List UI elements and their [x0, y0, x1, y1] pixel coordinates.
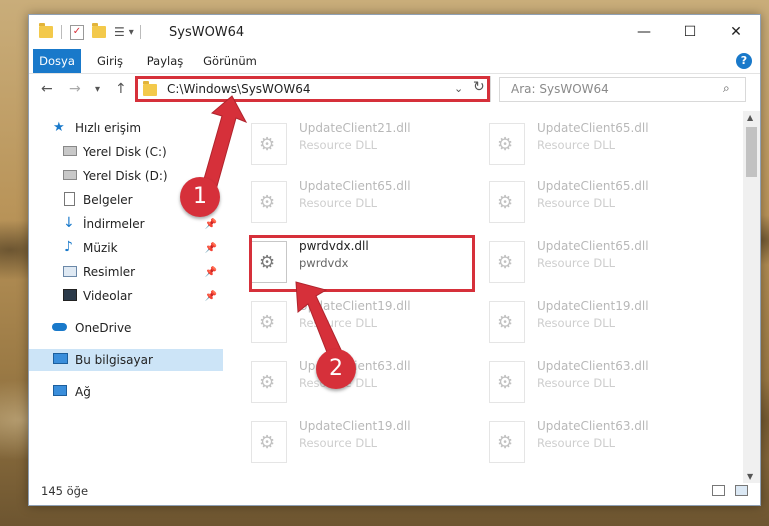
- tab-dosya[interactable]: Dosya: [33, 49, 81, 73]
- file-item[interactable]: UpdateClient19.dll Resource DLL: [251, 417, 471, 463]
- dll-file-icon: [251, 301, 287, 343]
- sidebar-item-this-pc[interactable]: Bu bilgisayar: [29, 349, 223, 371]
- file-highlight-box: [249, 235, 475, 292]
- tab-giris[interactable]: Giriş: [91, 49, 129, 73]
- cloud-icon: [52, 323, 67, 331]
- sidebar-item-videos[interactable]: Videolar 📌: [29, 285, 223, 307]
- separator: [139, 25, 141, 39]
- file-item[interactable]: UpdateClient19.dll Resource DLL: [489, 297, 709, 343]
- step-2-badge: 2: [316, 349, 356, 389]
- file-item[interactable]: UpdateClient65.dll Resource DLL: [489, 119, 709, 165]
- up-button[interactable]: ↑: [115, 81, 127, 97]
- details-view-icon[interactable]: [712, 485, 725, 496]
- explorer-window: ✓ ☰ ▾ SysWOW64 — ☐ ✕ Dosya Giriş Paylaş …: [28, 14, 761, 506]
- drive-icon: [63, 146, 77, 156]
- pictures-icon: [63, 266, 77, 277]
- quick-access-toolbar: ✓ ☰ ▾: [39, 23, 141, 41]
- maximize-button[interactable]: ☐: [667, 15, 713, 49]
- document-icon: [64, 192, 75, 206]
- folder-icon: [39, 23, 53, 38]
- sidebar-item-disk-c[interactable]: Yerel Disk (C:): [29, 141, 223, 163]
- recent-locations-icon[interactable]: ▾: [95, 84, 100, 95]
- file-item[interactable]: UpdateClient19.dll Resource DLL: [251, 297, 471, 343]
- dll-file-icon: [489, 241, 525, 283]
- pin-icon[interactable]: 📌: [205, 267, 217, 278]
- ribbon-tabs: Dosya Giriş Paylaş Görünüm ?: [29, 49, 760, 74]
- search-input[interactable]: Ara: SysWOW64: [511, 82, 609, 96]
- file-item[interactable]: UpdateClient63.dll Resource DLL: [251, 357, 471, 403]
- scroll-thumb[interactable]: [746, 127, 757, 177]
- item-count: 145 öğe: [41, 484, 89, 498]
- sidebar-item-quick-access[interactable]: ★ Hızlı erişim: [29, 117, 223, 139]
- window-title: SysWOW64: [169, 25, 245, 40]
- pin-icon[interactable]: 📌: [205, 219, 217, 230]
- star-icon: ★: [53, 120, 65, 135]
- dll-file-icon: [251, 361, 287, 403]
- help-icon[interactable]: ?: [736, 53, 752, 69]
- sidebar-item-pictures[interactable]: Resimler 📌: [29, 261, 223, 283]
- network-icon: [53, 385, 67, 396]
- dll-file-icon: [489, 181, 525, 223]
- dll-file-icon: [489, 421, 525, 463]
- scroll-up-icon[interactable]: ▲: [747, 113, 753, 122]
- chevron-down-icon[interactable]: ▾: [129, 27, 134, 38]
- dll-file-icon: [489, 301, 525, 343]
- dll-file-icon: [251, 181, 287, 223]
- tab-paylas[interactable]: Paylaş: [141, 49, 189, 73]
- properties-icon[interactable]: ✓: [70, 24, 84, 40]
- file-item[interactable]: UpdateClient63.dll Resource DLL: [489, 357, 709, 403]
- download-icon: ↓: [63, 215, 75, 231]
- dll-file-icon: [251, 123, 287, 165]
- search-icon[interactable]: ⌕: [723, 81, 730, 96]
- dll-file-icon: [489, 361, 525, 403]
- separator: [61, 25, 62, 39]
- sidebar-item-onedrive[interactable]: OneDrive: [29, 317, 223, 339]
- file-item[interactable]: UpdateClient65.dll Resource DLL: [251, 177, 471, 223]
- back-button[interactable]: ←: [41, 81, 53, 97]
- step-1-badge: 1: [180, 177, 220, 217]
- pin-icon[interactable]: 📌: [205, 291, 217, 302]
- dll-file-icon: [489, 123, 525, 165]
- close-button[interactable]: ✕: [713, 15, 759, 49]
- sidebar-item-music[interactable]: ♪ Müzik 📌: [29, 237, 223, 259]
- minimize-button[interactable]: —: [621, 15, 667, 49]
- vertical-scrollbar[interactable]: ▲ ▼: [743, 111, 760, 483]
- file-item[interactable]: UpdateClient65.dll Resource DLL: [489, 177, 709, 223]
- customize-icon[interactable]: ☰: [114, 25, 125, 39]
- navigation-pane: ★ Hızlı erişim Yerel Disk (C:) Yerel Dis…: [29, 111, 223, 483]
- title-bar: ✓ ☰ ▾ SysWOW64 — ☐ ✕: [29, 15, 760, 49]
- computer-icon: [53, 353, 68, 364]
- large-icons-view-icon[interactable]: [735, 485, 748, 496]
- file-item[interactable]: UpdateClient21.dll Resource DLL: [251, 119, 471, 165]
- music-icon: ♪: [64, 239, 73, 255]
- scroll-down-icon[interactable]: ▼: [747, 472, 753, 481]
- video-icon: [63, 289, 77, 301]
- pin-icon[interactable]: 📌: [205, 243, 217, 254]
- address-highlight-box: [135, 76, 490, 102]
- new-folder-icon[interactable]: [92, 23, 106, 38]
- dll-file-icon: [251, 421, 287, 463]
- forward-button[interactable]: →: [69, 81, 81, 97]
- sidebar-item-network[interactable]: Ağ: [29, 381, 223, 403]
- file-item[interactable]: UpdateClient63.dll Resource DLL: [489, 417, 709, 463]
- drive-icon: [63, 170, 77, 180]
- tab-gorunum[interactable]: Görünüm: [199, 49, 261, 73]
- file-item[interactable]: UpdateClient65.dll Resource DLL: [489, 237, 709, 283]
